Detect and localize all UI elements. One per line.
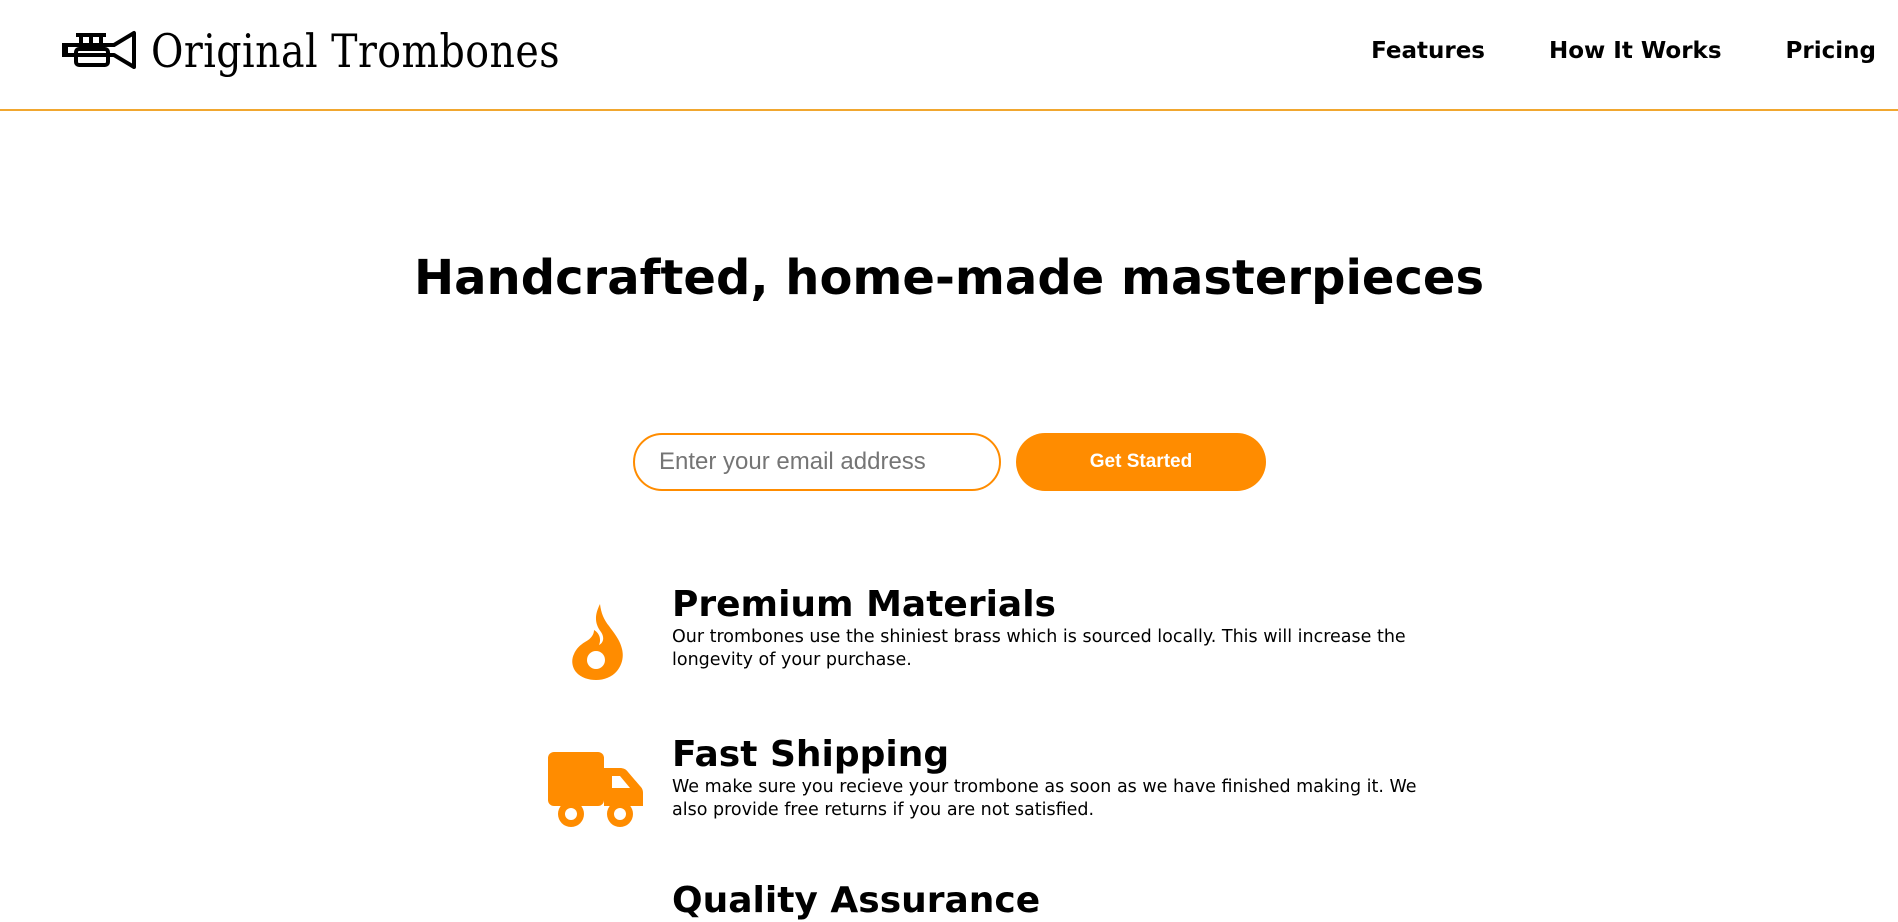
feature-body: Quality Assurance xyxy=(672,880,1420,922)
feature-icon-container xyxy=(520,880,672,922)
truck-icon xyxy=(548,752,643,827)
brand-logo[interactable]: Original Trombones xyxy=(62,27,627,75)
nav-link-pricing[interactable]: Pricing xyxy=(1786,38,1876,64)
trumpet-icon xyxy=(62,31,136,69)
feature-icon-container xyxy=(520,734,672,828)
fire-icon xyxy=(572,604,623,680)
feature-title: Fast Shipping xyxy=(672,734,950,775)
signup-form: Get Started xyxy=(633,433,1266,491)
main-nav: Features How It Works Pricing xyxy=(1371,38,1876,64)
brand-name: Original Trombones xyxy=(151,24,560,78)
hero-title: Handcrafted, home-made masterpieces xyxy=(413,250,1485,306)
feature-quality-assurance: Quality Assurance xyxy=(520,880,1420,922)
feature-icon-container xyxy=(520,584,672,680)
get-started-button[interactable]: Get Started xyxy=(1016,433,1266,491)
site-header: Original Trombones Features How It Works… xyxy=(0,0,1898,111)
feature-premium-materials: Premium Materials Our trombones use the … xyxy=(520,584,1420,680)
nav-link-features[interactable]: Features xyxy=(1371,38,1485,64)
feature-body: Premium Materials Our trombones use the … xyxy=(672,584,1420,680)
email-input[interactable] xyxy=(633,433,1001,491)
feature-body: Fast Shipping We make sure you recieve y… xyxy=(672,734,1420,828)
feature-title: Premium Materials xyxy=(672,584,1056,625)
feature-fast-shipping: Fast Shipping We make sure you recieve y… xyxy=(520,734,1420,828)
feature-title: Quality Assurance xyxy=(672,880,1041,921)
nav-link-how-it-works[interactable]: How It Works xyxy=(1549,38,1722,64)
feature-description: Our trombones use the shiniest brass whi… xyxy=(672,627,1406,670)
feature-description: We make sure you recieve your trombone a… xyxy=(672,777,1417,820)
